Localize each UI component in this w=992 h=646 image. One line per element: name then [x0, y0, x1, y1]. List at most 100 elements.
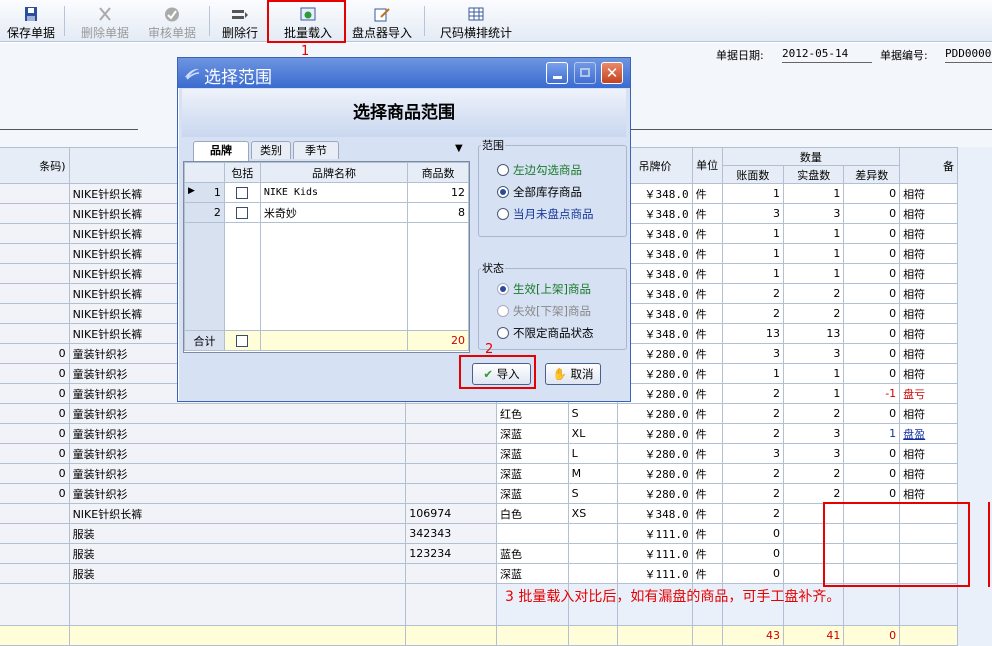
doc-number-field[interactable]: PDD00000: [945, 47, 992, 63]
cell-unit: 件: [691, 263, 723, 284]
totals-cell: [496, 625, 569, 646]
cell-size: [567, 543, 619, 564]
cell-color: 深蓝: [496, 423, 569, 444]
cell-actual-qty[interactable]: 1: [782, 243, 845, 264]
table-row[interactable]: 0 童装针织衫 深蓝 XL ￥280.0 件 2 3 1 盘盈: [0, 423, 958, 444]
delete-row-button[interactable]: 删除行: [218, 4, 262, 40]
cell-note[interactable]: 盘盈: [899, 423, 958, 444]
cell-actual-qty[interactable]: 2: [782, 463, 845, 484]
cell-actual-qty[interactable]: 2: [782, 303, 845, 324]
cell-note: 相符: [899, 303, 958, 324]
save-button[interactable]: 保存单据: [4, 4, 58, 40]
cell-actual-qty[interactable]: 2: [782, 403, 845, 424]
cell-color: 深蓝: [496, 483, 569, 504]
cell-note: 相符: [899, 443, 958, 464]
radio-all-stock[interactable]: 全部库存商品: [497, 184, 582, 200]
cell-style: 123234: [405, 543, 497, 564]
radio-active-items[interactable]: 生效[上架]商品: [497, 281, 591, 297]
cell-name: 童装针织衫: [68, 423, 407, 444]
cell-style: [405, 463, 497, 484]
table-row[interactable]: 0 童装针织衫 红色 S ￥280.0 件 2 2 0 相符: [0, 403, 958, 424]
minimize-button[interactable]: [546, 62, 568, 84]
cell-price: ￥280.0: [617, 483, 693, 504]
cross-icon: [99, 7, 111, 21]
cell-actual-qty[interactable]: 1: [782, 183, 845, 204]
highlight-missing-items-edge: [988, 502, 992, 587]
dialog-title: 选择范围: [204, 68, 272, 88]
cell-actual-qty[interactable]: 1: [782, 223, 845, 244]
cell-note: 相符: [899, 263, 958, 284]
cell-actual-qty[interactable]: 2: [782, 483, 845, 504]
cell-actual-qty[interactable]: 3: [782, 443, 845, 464]
table-row[interactable]: NIKE针织长裤 106974 白色 XS ￥348.0 件 2: [0, 503, 958, 524]
table-row[interactable]: 服装 123234 蓝色 ￥111.0 件 0: [0, 543, 958, 564]
cell-code: [0, 183, 70, 204]
cell-note: 相符: [899, 463, 958, 484]
cell-unit: 件: [691, 503, 723, 524]
cell-actual-qty[interactable]: 3: [782, 423, 845, 444]
include-checkbox[interactable]: [236, 187, 249, 199]
cell-note: 相符: [899, 183, 958, 204]
totals-row: 43 41 0: [0, 625, 958, 646]
grid-table-icon: [468, 7, 484, 21]
delete-document-button[interactable]: 删除单据: [78, 4, 132, 40]
cell-actual-qty[interactable]: 2: [782, 283, 845, 304]
cell-code: [0, 223, 70, 244]
cell-code: 0: [0, 383, 70, 404]
totals-cell: [567, 625, 619, 646]
totals-cell: [899, 625, 958, 646]
size-stats-button[interactable]: 尺码横排统计: [436, 4, 516, 40]
cell-note: 相符: [899, 223, 958, 244]
table-row[interactable]: 2 米奇妙 8: [184, 202, 469, 223]
scanner-import-button[interactable]: 盘点器导入: [348, 4, 416, 40]
include-checkbox[interactable]: [236, 207, 249, 219]
cell-book-qty: 3: [721, 343, 785, 364]
table-row[interactable]: 服装 深蓝 ￥111.0 件 0: [0, 563, 958, 584]
table-row[interactable]: 0 童装针织衫 深蓝 M ￥280.0 件 2 2 0 相符: [0, 463, 958, 484]
cell-price: ￥280.0: [617, 463, 693, 484]
table-row[interactable]: 0 童装针织衫 深蓝 L ￥280.0 件 3 3 0 相符: [0, 443, 958, 464]
cell-book-qty: 2: [721, 303, 785, 324]
cell-style: [405, 483, 497, 504]
cell-diff-qty: 0: [843, 323, 901, 344]
tab-category[interactable]: 类别: [251, 141, 291, 159]
radio-any-status[interactable]: 不限定商品状态: [497, 325, 594, 341]
cell-diff-qty: 0: [843, 203, 901, 224]
radio-uncounted-this-month[interactable]: 当月未盘点商品: [497, 206, 594, 222]
cell-actual-qty[interactable]: 3: [782, 343, 845, 364]
cell-book-qty: 3: [721, 203, 785, 224]
radio-checked-items[interactable]: 左边勾选商品: [497, 162, 582, 178]
cell-book-qty: 2: [721, 483, 785, 504]
cell-price: ￥280.0: [617, 443, 693, 464]
cell-code: [0, 303, 70, 324]
cell-actual-qty[interactable]: 1: [782, 383, 845, 404]
cell-style: [405, 403, 497, 424]
cell-diff-qty: 0: [843, 343, 901, 364]
item-count-cell: 12: [407, 182, 469, 203]
table-row[interactable]: 0 童装针织衫 深蓝 S ￥280.0 件 2 2 0 相符: [0, 483, 958, 504]
cell-size: S: [567, 483, 619, 504]
cell-color: 深蓝: [496, 563, 569, 584]
cell-book-qty: 1: [721, 363, 785, 384]
select-all-checkbox[interactable]: [236, 335, 249, 347]
maximize-button[interactable]: [574, 62, 596, 84]
radio-inactive-items[interactable]: 失效[下架]商品: [497, 303, 591, 319]
cell-actual-qty[interactable]: 1: [782, 363, 845, 384]
dialog-title-bar[interactable]: 选择范围 ✕: [178, 58, 630, 88]
tab-brand[interactable]: 品牌: [193, 141, 249, 161]
table-row[interactable]: ▶ 1 NIKE Kids 12: [184, 182, 469, 203]
table-row[interactable]: 服装 342343 ￥111.0 件 0: [0, 523, 958, 544]
cell-actual-qty[interactable]: 3: [782, 203, 845, 224]
tab-season[interactable]: 季节: [293, 141, 339, 159]
audit-document-button[interactable]: 审核单据: [145, 4, 199, 40]
cell-code: 0: [0, 483, 70, 504]
tab-dropdown-icon[interactable]: ▼: [455, 143, 463, 154]
cell-book-qty: 1: [721, 243, 785, 264]
cell-price: ￥348.0: [617, 503, 693, 524]
cell-actual-qty[interactable]: 1: [782, 263, 845, 284]
cancel-button[interactable]: ✋ 取消: [545, 363, 601, 385]
include-cell: [223, 202, 261, 223]
cell-actual-qty[interactable]: 13: [782, 323, 845, 344]
date-field[interactable]: 2012-05-14: [782, 47, 872, 63]
close-button[interactable]: ✕: [601, 62, 623, 84]
